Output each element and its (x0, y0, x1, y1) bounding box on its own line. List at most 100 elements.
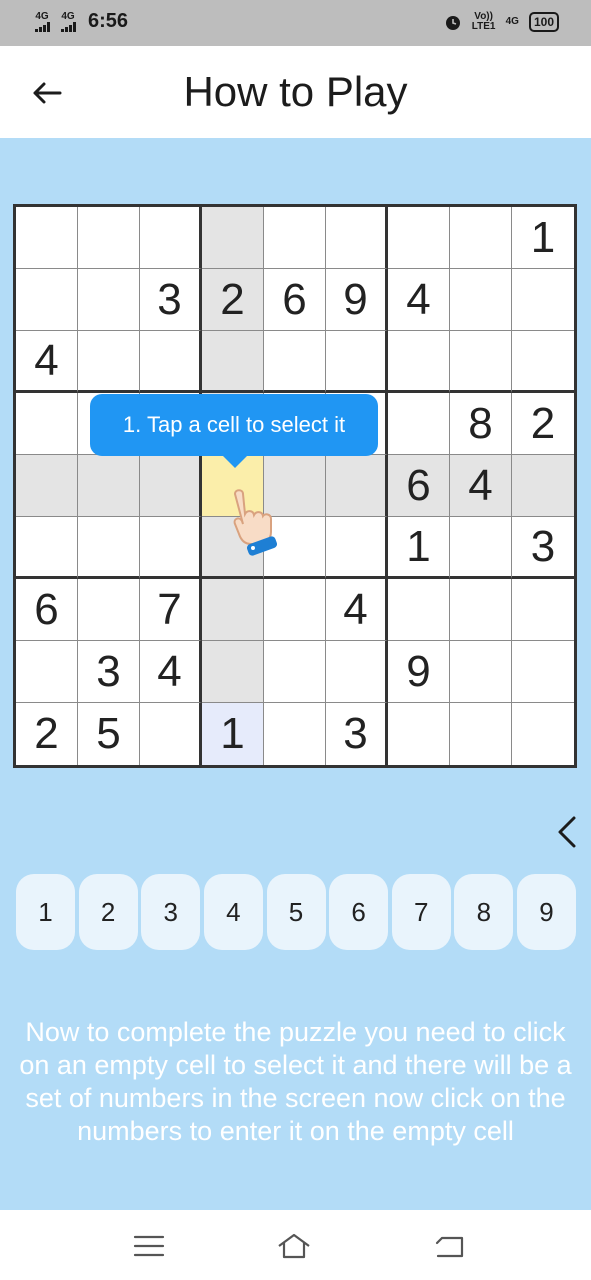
sudoku-cell[interactable]: 1 (512, 207, 574, 269)
sudoku-cell[interactable] (512, 641, 574, 703)
sudoku-cell[interactable] (78, 331, 140, 393)
home-icon[interactable] (276, 1232, 312, 1260)
sudoku-cell[interactable] (450, 207, 512, 269)
alarm-icon (445, 16, 460, 30)
sudoku-cell[interactable] (16, 517, 78, 579)
status-left: 4G 4G 6:56 (32, 10, 128, 33)
sudoku-cell[interactable]: 3 (78, 641, 140, 703)
sudoku-cell[interactable]: 4 (140, 641, 202, 703)
sudoku-cell[interactable] (202, 641, 264, 703)
number-button-2[interactable]: 2 (78, 874, 138, 950)
menu-icon[interactable] (131, 1232, 167, 1260)
sudoku-cell[interactable] (450, 641, 512, 703)
network-type-1: 4G (35, 10, 49, 22)
instructions-text: Now to complete the puzzle you need to c… (19, 1017, 572, 1146)
sudoku-cell[interactable] (202, 579, 264, 641)
sudoku-cell[interactable] (16, 269, 78, 331)
sudoku-cell[interactable]: 2 (202, 269, 264, 331)
sudoku-cell[interactable] (388, 393, 450, 455)
sudoku-cell[interactable] (16, 641, 78, 703)
sudoku-cell[interactable]: 6 (16, 579, 78, 641)
sudoku-cell[interactable] (512, 331, 574, 393)
tooltip-pointer (223, 456, 247, 468)
sudoku-cell[interactable] (326, 455, 388, 517)
sudoku-cell[interactable] (264, 579, 326, 641)
sudoku-board: 13269448264136743492513 1. Tap a cell to… (13, 204, 577, 768)
sudoku-grid: 13269448264136743492513 (13, 204, 577, 768)
sudoku-cell[interactable] (264, 207, 326, 269)
number-button-8[interactable]: 8 (454, 874, 514, 950)
network-type-2: 4G (61, 10, 75, 22)
sudoku-cell[interactable]: 6 (388, 455, 450, 517)
status-right: Vo)) LTE1 4G 100 (444, 12, 559, 32)
sudoku-cell[interactable] (264, 703, 326, 765)
sudoku-cell[interactable]: 8 (450, 393, 512, 455)
sudoku-cell[interactable] (78, 207, 140, 269)
number-button-5[interactable]: 5 (266, 874, 326, 950)
sudoku-cell[interactable]: 4 (16, 331, 78, 393)
sudoku-cell[interactable]: 2 (512, 393, 574, 455)
sudoku-cell[interactable] (326, 331, 388, 393)
sudoku-cell[interactable]: 3 (140, 269, 202, 331)
sudoku-cell[interactable] (450, 331, 512, 393)
sudoku-cell[interactable] (326, 517, 388, 579)
sudoku-cell[interactable]: 4 (326, 579, 388, 641)
sudoku-cell[interactable] (388, 207, 450, 269)
app-header: How to Play (0, 46, 591, 138)
signal-icon-sim2: 4G (58, 10, 78, 32)
sudoku-cell[interactable] (326, 207, 388, 269)
sudoku-cell[interactable] (16, 455, 78, 517)
number-button-7[interactable]: 7 (391, 874, 451, 950)
sudoku-cell[interactable] (140, 331, 202, 393)
sudoku-cell[interactable] (388, 579, 450, 641)
sudoku-cell[interactable] (326, 641, 388, 703)
sudoku-cell[interactable] (78, 455, 140, 517)
sudoku-cell[interactable]: 3 (512, 517, 574, 579)
sudoku-cell[interactable] (140, 207, 202, 269)
sudoku-cell[interactable]: 2 (16, 703, 78, 765)
sudoku-cell[interactable] (140, 703, 202, 765)
sudoku-cell[interactable] (512, 579, 574, 641)
sudoku-cell[interactable] (78, 579, 140, 641)
chevron-left-icon[interactable] (554, 814, 580, 850)
sudoku-cell[interactable]: 7 (140, 579, 202, 641)
sudoku-cell[interactable] (512, 703, 574, 765)
sudoku-cell[interactable]: 3 (326, 703, 388, 765)
sudoku-cell[interactable] (16, 393, 78, 455)
sudoku-cell[interactable]: 6 (264, 269, 326, 331)
number-button-4[interactable]: 4 (203, 874, 263, 950)
tooltip-text: 1. Tap a cell to select it (122, 412, 346, 437)
sudoku-cell[interactable] (78, 517, 140, 579)
sudoku-cell[interactable] (140, 517, 202, 579)
sudoku-cell[interactable]: 5 (78, 703, 140, 765)
number-button-6[interactable]: 6 (329, 874, 389, 950)
sudoku-cell[interactable] (140, 455, 202, 517)
sudoku-cell[interactable] (450, 517, 512, 579)
sudoku-cell[interactable] (512, 269, 574, 331)
network-type-3: 4G (505, 16, 519, 27)
sudoku-cell[interactable] (388, 703, 450, 765)
sudoku-cell[interactable] (202, 207, 264, 269)
sudoku-cell[interactable]: 9 (388, 641, 450, 703)
sudoku-cell[interactable]: 9 (326, 269, 388, 331)
sudoku-cell[interactable] (264, 641, 326, 703)
sudoku-cell[interactable] (512, 455, 574, 517)
sudoku-cell[interactable] (78, 269, 140, 331)
sudoku-cell[interactable] (450, 703, 512, 765)
sudoku-cell[interactable]: 1 (202, 703, 264, 765)
sudoku-cell[interactable] (388, 331, 450, 393)
number-button-9[interactable]: 9 (517, 874, 576, 950)
tutorial-content: 13269448264136743492513 1. Tap a cell to… (0, 138, 591, 1210)
sudoku-cell[interactable]: 4 (388, 269, 450, 331)
number-button-3[interactable]: 3 (141, 874, 201, 950)
pointing-hand-icon (233, 489, 278, 556)
sudoku-cell[interactable]: 1 (388, 517, 450, 579)
sudoku-cell[interactable] (450, 579, 512, 641)
sudoku-cell[interactable] (264, 331, 326, 393)
number-button-1[interactable]: 1 (16, 874, 75, 950)
sudoku-cell[interactable] (450, 269, 512, 331)
sudoku-cell[interactable] (202, 331, 264, 393)
sudoku-cell[interactable]: 4 (450, 455, 512, 517)
sudoku-cell[interactable] (16, 207, 78, 269)
back-nav-icon[interactable] (432, 1232, 468, 1260)
